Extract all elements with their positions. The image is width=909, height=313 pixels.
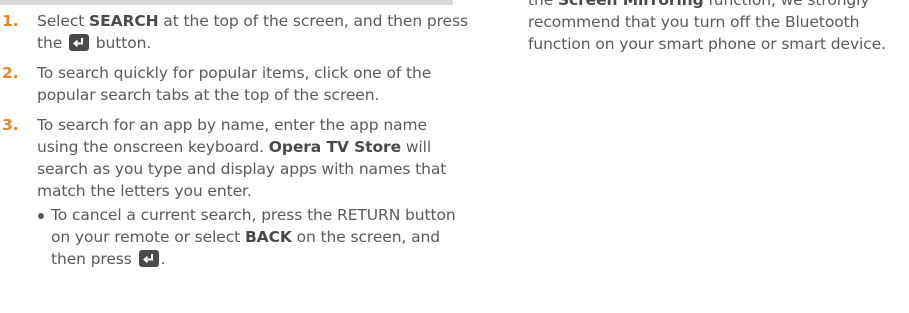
keyword-back: BACK xyxy=(244,228,292,246)
sub-bullet: To cancel a current search, press the RE… xyxy=(37,204,470,270)
step-text: To search quickly for popular items, cli… xyxy=(37,64,432,104)
step-1: 1. Select SEARCH at the top of the scree… xyxy=(0,10,470,54)
instruction-list: 1. Select SEARCH at the top of the scree… xyxy=(0,10,470,278)
section-divider xyxy=(0,0,453,5)
enter-icon xyxy=(138,250,159,267)
enter-icon xyxy=(68,34,89,51)
keyword-return: RETURN xyxy=(337,206,401,224)
step-number: 3. xyxy=(2,116,19,134)
keyword-opera-tv-store: Opera TV Store xyxy=(268,138,401,156)
step-3: 3. To search for an app by name, enter t… xyxy=(0,114,470,270)
step-number: 1. xyxy=(2,12,19,30)
note-paragraph: the Screen Mirroring function, we strong… xyxy=(528,0,888,55)
keyword-search: SEARCH xyxy=(89,12,159,30)
keyword-screen-mirroring: Screen Mirroring xyxy=(557,0,704,9)
bullet-dot xyxy=(38,213,44,219)
step-2: 2. To search quickly for popular items, … xyxy=(0,62,470,106)
bullet-text: To cancel a current search, press the xyxy=(51,206,338,224)
step-text: button. xyxy=(90,34,152,52)
step-text: Select xyxy=(37,12,90,30)
step-number: 2. xyxy=(2,64,19,82)
note-text: the xyxy=(528,0,558,9)
bullet-text: . xyxy=(160,250,166,268)
